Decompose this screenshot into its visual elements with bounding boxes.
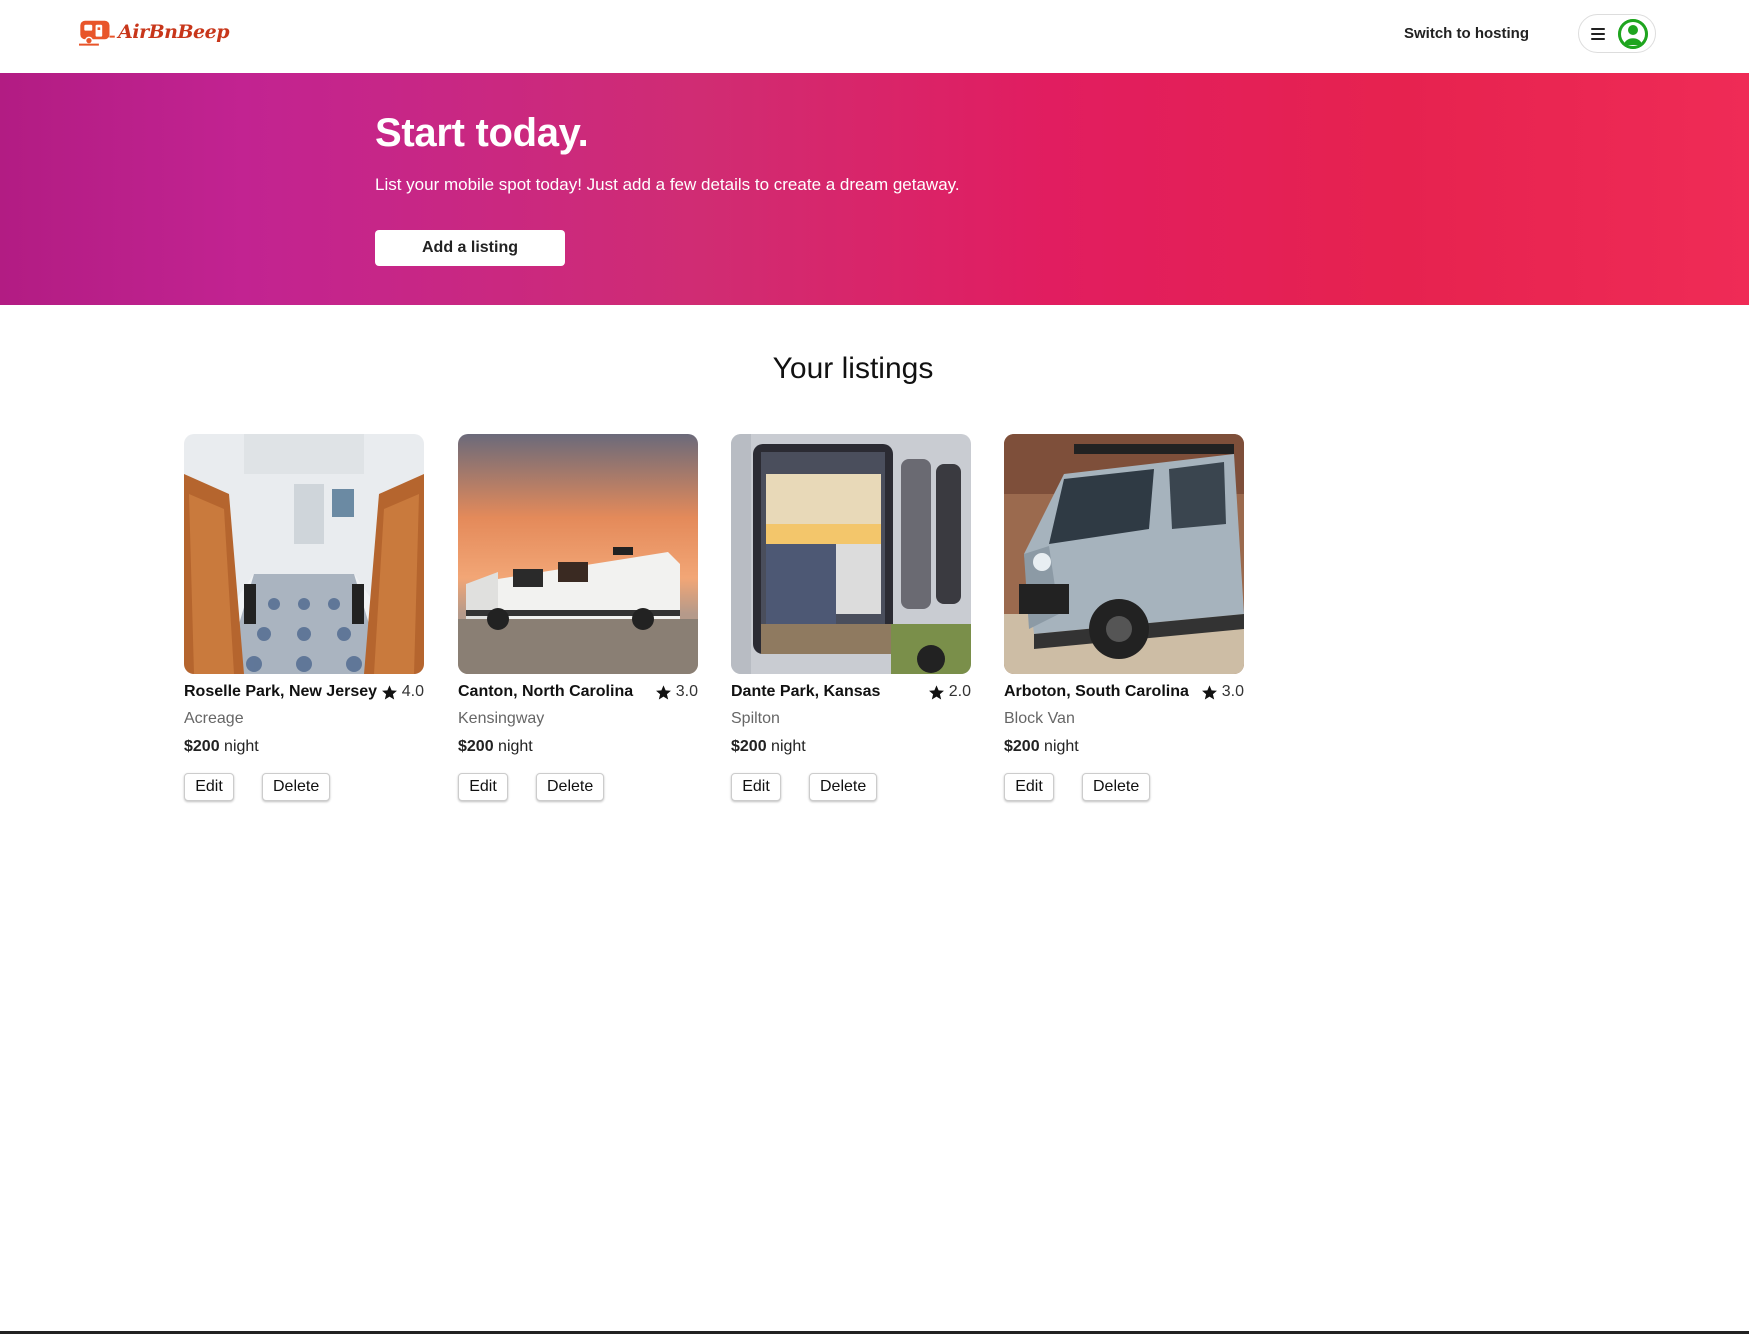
listing-name: Acreage [184,710,244,727]
delete-button[interactable]: Delete [809,773,877,801]
listing-location: Roselle Park, New Jersey [184,683,378,700]
price-amount: $200 [458,738,494,755]
listing-name: Block Van [1004,710,1075,727]
listing-location: Arboton, South Carolina [1004,683,1189,700]
listing-rating: 2.0 [928,683,971,701]
user-avatar-icon [1618,18,1648,49]
rating-value: 4.0 [401,683,424,700]
listing-card: Arboton, South Carolina 3.0 Block Van $2… [1004,434,1244,801]
camper-logo-icon [79,20,115,46]
listing-photo[interactable] [458,434,698,674]
top-navbar: AirBnBeep Switch to hosting [0,0,1749,73]
profile-menu-button[interactable] [1578,14,1656,53]
listing-rating: 3.0 [1201,683,1244,701]
price-unit: night [219,738,259,755]
star-icon [655,684,671,699]
hero-subtitle: List your mobile spot today! Just add a … [375,175,960,194]
edit-button[interactable]: Edit [184,773,234,801]
listing-location: Dante Park, Kansas [731,683,881,700]
logo-text: AirBnBeep [118,21,229,43]
listings-title: Your listings [772,352,934,385]
listing-card: Dante Park, Kansas 2.0 Spilton $200 nigh… [731,434,971,801]
listing-photo[interactable] [184,434,424,674]
listing-rating: 4.0 [381,683,424,701]
star-icon [928,684,944,699]
listing-card: Roselle Park, New Jersey 4.0 Acreage $20… [184,434,424,801]
price-unit: night [766,738,806,755]
listing-card: Canton, North Carolina 3.0 Kensingway $2… [458,434,698,801]
edit-button[interactable]: Edit [458,773,508,801]
star-icon [1201,684,1217,699]
logo[interactable]: AirBnBeep [79,9,229,55]
listing-price: $200 night [731,738,971,758]
switch-to-hosting-link[interactable]: Switch to hosting [1392,22,1541,46]
price-amount: $200 [731,738,767,755]
listing-price: $200 night [184,738,424,758]
listing-photo[interactable] [731,434,971,674]
price-amount: $200 [184,738,220,755]
rating-value: 2.0 [948,683,971,700]
price-amount: $200 [1004,738,1040,755]
listing-name: Spilton [731,710,780,727]
delete-button[interactable]: Delete [536,773,604,801]
edit-button[interactable]: Edit [731,773,781,801]
listing-location: Canton, North Carolina [458,683,634,700]
listing-name: Kensingway [458,710,545,727]
hero-banner: Start today. List your mobile spot today… [0,73,1749,305]
star-icon [381,684,397,699]
hamburger-icon [1591,27,1605,40]
listing-price: $200 night [1004,738,1244,758]
add-listing-button[interactable]: Add a listing [375,230,565,266]
rating-value: 3.0 [1221,683,1244,700]
edit-button[interactable]: Edit [1004,773,1054,801]
listing-price: $200 night [458,738,698,758]
delete-button[interactable]: Delete [1082,773,1150,801]
listing-photo[interactable] [1004,434,1244,674]
price-unit: night [1039,738,1079,755]
rating-value: 3.0 [675,683,698,700]
delete-button[interactable]: Delete [262,773,330,801]
price-unit: night [493,738,533,755]
listing-rating: 3.0 [655,683,698,701]
hero-title: Start today. [375,111,589,155]
